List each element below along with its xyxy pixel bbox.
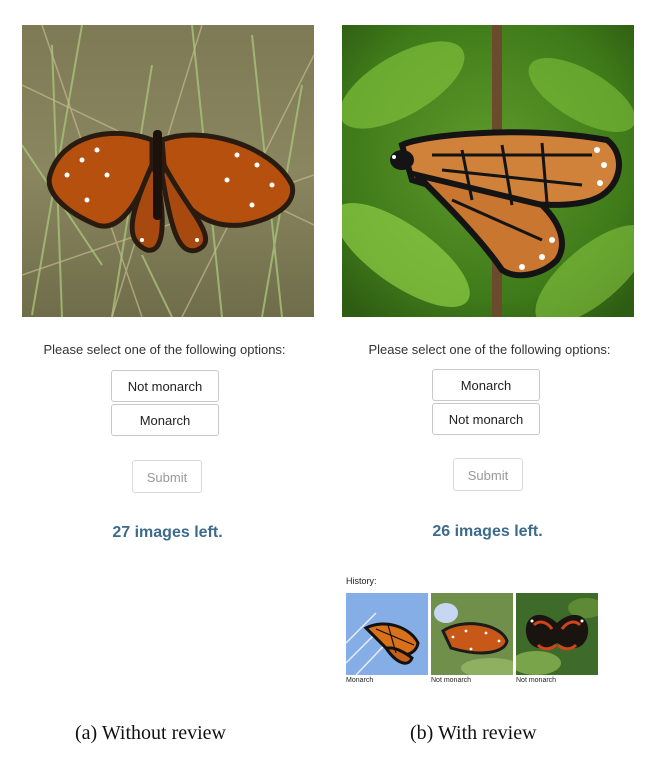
- option-monarch-button[interactable]: Monarch: [111, 404, 219, 436]
- submit-button[interactable]: Submit: [453, 458, 523, 491]
- option-not-monarch-button[interactable]: Not monarch: [432, 403, 540, 435]
- history-thumbnail-monarch: [346, 593, 428, 675]
- history-item[interactable]: Not monarch: [516, 593, 598, 684]
- history-item-label: Not monarch: [431, 677, 472, 684]
- butterfly-photo-queen: [22, 25, 314, 317]
- history-thumbnail-red-admiral: [516, 593, 598, 675]
- images-left-counter: 26 images left.: [432, 523, 543, 540]
- history-thumbnail-queen: [431, 593, 513, 675]
- images-left-counter: 27 images left.: [112, 524, 223, 541]
- history-strip: Monarch Not monarch Not monarch: [346, 593, 598, 685]
- history-item-label: Not monarch: [516, 677, 557, 684]
- submit-button[interactable]: Submit: [132, 460, 202, 493]
- selection-prompt: Please select one of the following optio…: [43, 342, 286, 357]
- option-monarch-button[interactable]: Monarch: [432, 369, 540, 401]
- option-not-monarch-button[interactable]: Not monarch: [111, 370, 219, 402]
- history-item-label: Monarch: [346, 677, 374, 684]
- history-label: History:: [346, 576, 377, 586]
- panel-with-review: Please select one of the following optio…: [325, 0, 650, 700]
- figure-caption-a: (a) Without review: [75, 722, 226, 744]
- figure-caption-b: (b) With review: [410, 722, 537, 744]
- selection-prompt: Please select one of the following optio…: [368, 342, 611, 357]
- history-item[interactable]: Monarch: [346, 593, 428, 684]
- panel-without-review: Please select one of the following optio…: [0, 0, 325, 700]
- butterfly-photo-viceroy: [342, 25, 634, 317]
- history-item[interactable]: Not monarch: [431, 593, 513, 684]
